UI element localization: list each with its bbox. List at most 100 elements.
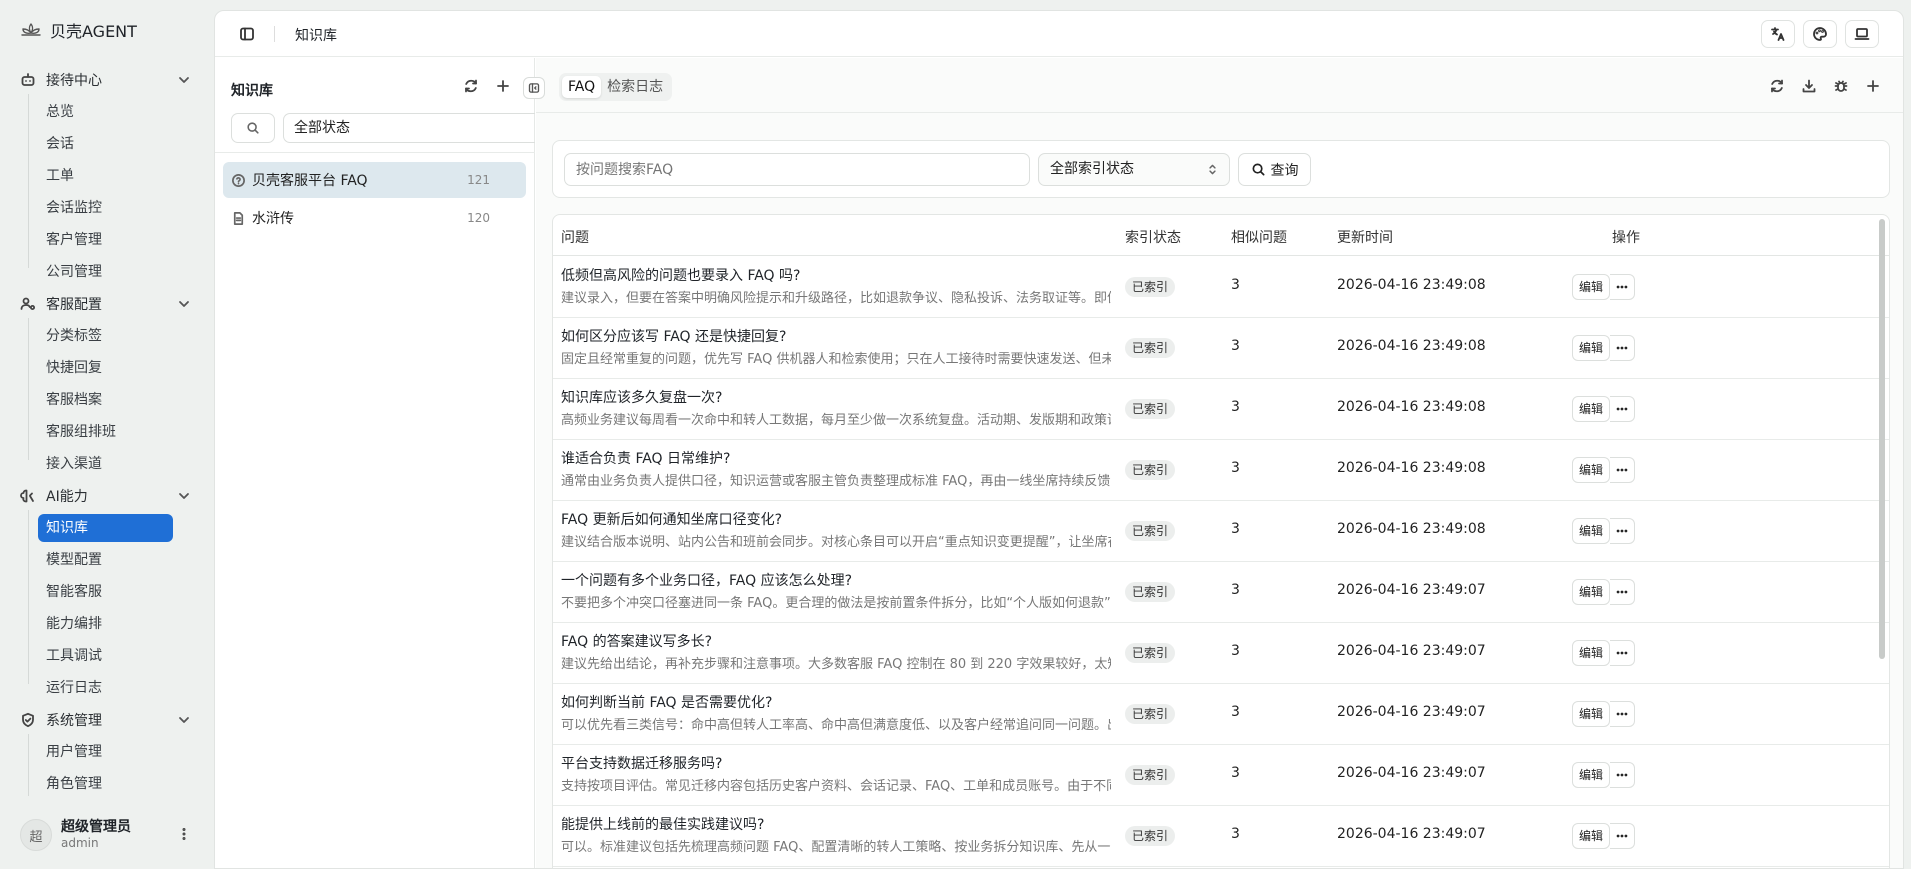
tab-search-logs[interactable]: 检索日志	[601, 76, 669, 98]
refresh-icon[interactable]	[463, 78, 479, 94]
sidebar-item-tool-debug[interactable]: 工具调试	[46, 642, 102, 670]
more-actions-button[interactable]	[1610, 518, 1635, 544]
index-status-select[interactable]: 全部索引状态	[1038, 153, 1230, 186]
faq-answer-preview: 可以优先看三类信号：命中高但转人工率高、命中高但满意度低、以及客户经常追问同一问…	[561, 718, 1111, 733]
more-horizontal-icon	[1615, 463, 1629, 477]
scrollbar[interactable]	[1879, 219, 1885, 659]
sidebar-item-orchestration[interactable]: 能力编排	[46, 610, 102, 638]
faq-answer-preview: 不要把多个冲突口径塞进同一条 FAQ。更合理的做法是按前置条件拆分，比如“个人版…	[561, 596, 1111, 611]
refresh-icon[interactable]	[1769, 78, 1785, 94]
add-icon[interactable]	[1865, 78, 1881, 94]
nav-group-ai[interactable]: AI能力	[20, 482, 192, 510]
sidebar-item-session-monitor[interactable]: 会话监控	[46, 194, 102, 222]
more-vertical-icon[interactable]	[176, 826, 192, 842]
sidebar-item-tags[interactable]: 分类标签	[46, 322, 102, 350]
more-actions-button[interactable]	[1610, 701, 1635, 727]
kb-search-button[interactable]	[231, 113, 275, 143]
table-row[interactable]: 一个问题有多个业务口径，FAQ 应该怎么处理? 不要把多个冲突口径塞进同一条 FA…	[553, 562, 1889, 623]
faq-question: FAQ 的答案建议写多长?	[561, 634, 712, 650]
more-actions-button[interactable]	[1610, 457, 1635, 483]
edit-button[interactable]: 编辑	[1572, 335, 1610, 361]
table-row[interactable]: 谁适合负责 FAQ 日常维护? 通常由业务负责人提供口径，知识运营或客服主管负责整…	[553, 440, 1889, 501]
sidebar-item-customers[interactable]: 客户管理	[46, 226, 102, 254]
nav-group-reception[interactable]: 接待中心	[20, 66, 192, 94]
table-row[interactable]: FAQ 更新后如何通知坐席口径变化? 建议结合版本说明、站内公告和班前会同步。对核…	[553, 501, 1889, 562]
more-actions-button[interactable]	[1610, 335, 1635, 361]
edit-button[interactable]: 编辑	[1572, 579, 1610, 605]
edit-button[interactable]: 编辑	[1572, 701, 1610, 727]
kb-list-panel: 知识库 全部状态 贝壳客服平台 FAQ 121 水浒传 120	[215, 58, 545, 868]
query-label: 查询	[1270, 162, 1299, 179]
nav-group-system[interactable]: 系统管理	[20, 706, 192, 734]
query-button[interactable]: 查询	[1238, 153, 1311, 186]
status-badge: 已索引	[1125, 826, 1176, 846]
more-actions-button[interactable]	[1610, 396, 1635, 422]
table-row[interactable]: 平台支持数据迁移服务吗? 支持按项目评估。常见迁移内容包括历史客户资料、会话记录、…	[553, 745, 1889, 806]
bug-icon[interactable]	[1833, 78, 1849, 94]
table-row[interactable]: 能提供上线前的最佳实践建议吗? 可以。标准建议包括先梳理高频问题 FAQ、配置清晰…	[553, 806, 1889, 867]
kb-item-count: 120	[467, 211, 490, 225]
table-row[interactable]: 知识库应该多久复盘一次? 高频业务建议每周看一次命中和转人工数据，每月至少做一次系…	[553, 379, 1889, 440]
sidebar-item-tickets[interactable]: 工单	[46, 162, 74, 190]
tab-faq[interactable]: FAQ	[562, 76, 602, 98]
faq-question: FAQ 更新后如何通知坐席口径变化?	[561, 512, 782, 528]
more-actions-button[interactable]	[1610, 823, 1635, 849]
collapse-panel-icon[interactable]	[523, 77, 545, 99]
display-button[interactable]	[1845, 20, 1879, 48]
translate-button[interactable]	[1761, 20, 1795, 48]
faq-answer-preview: 支持按项目评估。常见迁移内容包括历史客户资料、会话记录、FAQ、工单和成员账号。…	[561, 779, 1111, 794]
sidebar-item-run-logs[interactable]: 运行日志	[46, 674, 102, 702]
user-profile[interactable]: 超 超级管理员 admin	[20, 816, 192, 856]
sidebar-toggle-icon[interactable]	[239, 26, 255, 42]
sidebar-item-knowledge-base[interactable]: 知识库	[38, 514, 173, 542]
faq-search-input[interactable]	[564, 153, 1030, 186]
sidebar-item-roles[interactable]: 角色管理	[46, 770, 102, 798]
similar-count: 3	[1231, 277, 1240, 293]
sidebar-item-agent-profiles[interactable]: 客服档案	[46, 386, 102, 414]
kb-item[interactable]: 水浒传 120	[223, 200, 526, 236]
sidebar-item-channels[interactable]: 接入渠道	[46, 450, 102, 478]
download-icon[interactable]	[1801, 78, 1817, 94]
sidebar-item-overview[interactable]: 总览	[46, 98, 74, 126]
sidebar-item-group-schedule[interactable]: 客服组排班	[46, 418, 116, 446]
edit-button[interactable]: 编辑	[1572, 823, 1610, 849]
theme-button[interactable]	[1803, 20, 1837, 48]
brand[interactable]: 贝壳AGENT	[20, 18, 137, 42]
kb-item[interactable]: 贝壳客服平台 FAQ 121	[223, 162, 526, 198]
nav-group-service-config[interactable]: 客服配置	[20, 290, 192, 318]
faq-question: 平台支持数据迁移服务吗?	[561, 756, 723, 772]
kb-panel-title: 知识库	[231, 83, 273, 99]
faq-answer-preview: 固定且经常重复的问题，优先写 FAQ 供机器人和检索使用；只在人工接待时需要快速…	[561, 352, 1111, 367]
kb-status-filter[interactable]: 全部状态	[283, 113, 535, 143]
sidebar-item-companies[interactable]: 公司管理	[46, 258, 102, 286]
content-area: FAQ 检索日志 全部索引状态 查询 问题 索引状态 相似问题 更新时间	[536, 58, 1903, 868]
table-row[interactable]: FAQ 的答案建议写多长? 建议先给出结论，再补充步骤和注意事项。大多数客服 FA…	[553, 623, 1889, 684]
col-question: 问题	[561, 230, 589, 246]
updated-time: 2026-04-16 23:49:07	[1337, 704, 1486, 720]
faq-question: 知识库应该多久复盘一次?	[561, 390, 723, 406]
tree-line	[28, 510, 29, 684]
more-actions-button[interactable]	[1610, 274, 1635, 300]
table-row[interactable]: 如何判断当前 FAQ 是否需要优化? 可以优先看三类信号：命中高但转人工率高、命中…	[553, 684, 1889, 745]
edit-button[interactable]: 编辑	[1572, 518, 1610, 544]
table-row[interactable]: 低频但高风险的问题也要录入 FAQ 吗? 建议录入，但要在答案中明确风险提示和升级…	[553, 257, 1889, 318]
sidebar-item-users[interactable]: 用户管理	[46, 738, 102, 766]
more-horizontal-icon	[1615, 646, 1629, 660]
table-row[interactable]: 如何区分应该写 FAQ 还是快捷回复? 固定且经常重复的问题，优先写 FAQ 供机…	[553, 318, 1889, 379]
edit-button[interactable]: 编辑	[1572, 762, 1610, 788]
sidebar-item-smart-agent[interactable]: 智能客服	[46, 578, 102, 606]
more-actions-button[interactable]	[1610, 640, 1635, 666]
edit-button[interactable]: 编辑	[1572, 274, 1610, 300]
sidebar-item-quick-replies[interactable]: 快捷回复	[46, 354, 102, 382]
updated-time: 2026-04-16 23:49:08	[1337, 399, 1486, 415]
add-icon[interactable]	[495, 78, 511, 94]
sidebar-item-models[interactable]: 模型配置	[46, 546, 102, 574]
similar-count: 3	[1231, 765, 1240, 781]
edit-button[interactable]: 编辑	[1572, 457, 1610, 483]
robot-icon	[20, 72, 38, 88]
more-actions-button[interactable]	[1610, 762, 1635, 788]
more-actions-button[interactable]	[1610, 579, 1635, 605]
sidebar-item-sessions[interactable]: 会话	[46, 130, 74, 158]
edit-button[interactable]: 编辑	[1572, 640, 1610, 666]
edit-button[interactable]: 编辑	[1572, 396, 1610, 422]
